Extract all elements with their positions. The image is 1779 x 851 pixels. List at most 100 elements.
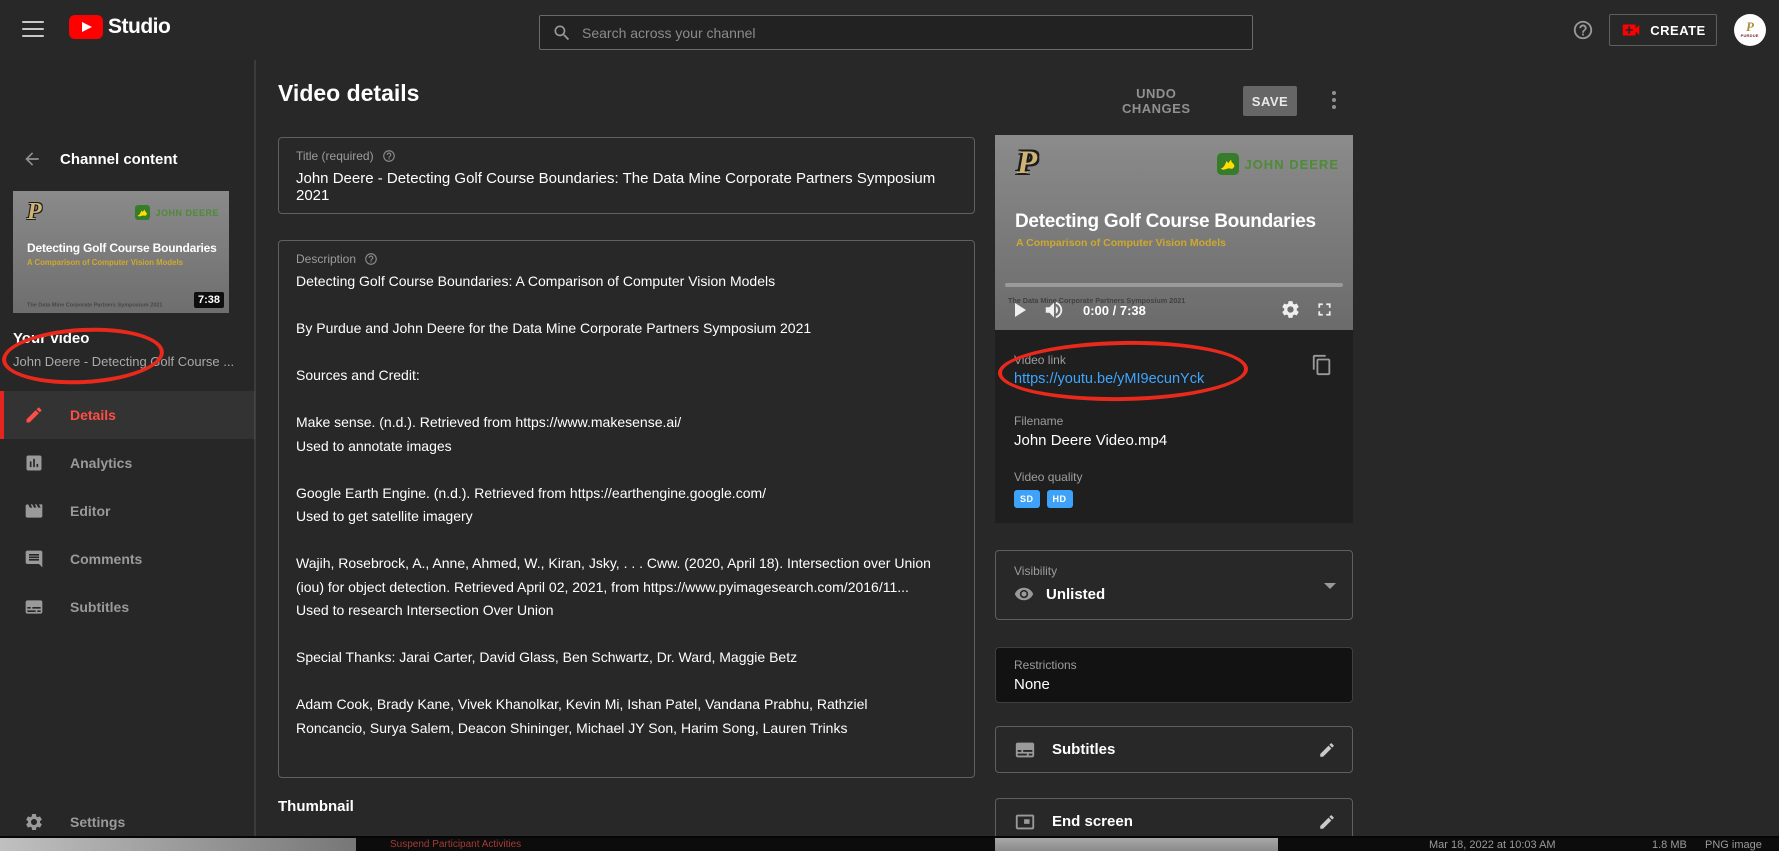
- player-controls: 0:00 / 7:38: [995, 290, 1353, 330]
- file-kind: PNG image: [1705, 839, 1762, 851]
- background-window-edge: [995, 838, 1278, 851]
- fullscreen-icon[interactable]: [1314, 299, 1335, 320]
- bar-chart-icon: [24, 453, 44, 473]
- back-navigation-row: Channel content: [0, 144, 255, 174]
- video-player-card: P JOHN DEERE Detecting Golf Course Bound…: [995, 135, 1353, 523]
- comment-bubble-icon: [24, 549, 44, 569]
- left-sidebar: Channel content P JOHN DEERE Detecting G…: [0, 60, 255, 838]
- john-deere-logo: JOHN DEERE: [1217, 153, 1339, 175]
- player-settings-gear-icon[interactable]: [1280, 299, 1301, 320]
- pencil-icon: [24, 405, 44, 425]
- visibility-value: Unlisted: [1046, 586, 1105, 603]
- restrictions-card[interactable]: Restrictions None: [995, 647, 1353, 703]
- sidebar-item-analytics[interactable]: Analytics: [0, 439, 255, 487]
- end-screen-card-label: End screen: [1052, 813, 1133, 830]
- restrictions-value: None: [1014, 676, 1050, 693]
- chevron-down-icon[interactable]: [1324, 583, 1336, 589]
- end-screen-icon: [1014, 811, 1036, 833]
- deere-leaping-deer-icon: [135, 205, 150, 220]
- thumbnail-footer-text: The Data Mine Corporate Partners Symposi…: [27, 302, 162, 308]
- background-window-edge: [0, 838, 356, 851]
- page-title: Video details: [278, 80, 419, 107]
- copy-icon[interactable]: [1311, 354, 1333, 376]
- restrictions-label: Restrictions: [1014, 658, 1077, 672]
- search-input[interactable]: [582, 25, 1240, 41]
- sd-badge: SD: [1014, 490, 1040, 508]
- description-field[interactable]: Description Detecting Golf Course Bounda…: [278, 240, 975, 778]
- video-info-section: Video link https://youtu.be/yMI9ecunYck …: [995, 330, 1353, 523]
- description-field-value[interactable]: Detecting Golf Course Boundaries: A Comp…: [296, 270, 957, 740]
- sidebar-item-label: Settings: [70, 814, 125, 830]
- description-field-label: Description: [296, 252, 356, 266]
- play-icon[interactable]: [1007, 298, 1031, 322]
- background-windows-strip: Suspend Participant Activities Mar 18, 2…: [0, 836, 1779, 851]
- youtube-studio-logo[interactable]: Studio: [69, 15, 170, 39]
- video-menu: Details Analytics Editor Comments Subtit…: [0, 391, 255, 631]
- edit-pencil-icon[interactable]: [1318, 741, 1336, 759]
- hd-badge: HD: [1047, 490, 1073, 508]
- sidebar-item-label: Comments: [70, 551, 142, 567]
- title-field-value[interactable]: John Deere - Detecting Golf Course Bound…: [296, 170, 957, 204]
- sidebar-item-label: Details: [70, 407, 116, 423]
- eye-icon: [1014, 584, 1034, 604]
- video-camera-plus-icon: [1620, 19, 1642, 41]
- youtube-studio-window: Studio CREATE P PURDUE Channel content P: [0, 0, 1779, 851]
- purdue-logo: P: [1017, 145, 1037, 182]
- file-date: Mar 18, 2022 at 10:03 AM: [1429, 839, 1556, 851]
- clapperboard-icon: [24, 501, 44, 521]
- search-icon: [552, 23, 572, 43]
- sidebar-item-comments[interactable]: Comments: [0, 535, 255, 583]
- video-frame-subtitle: A Comparison of Computer Vision Models: [1016, 237, 1226, 249]
- thumbnail-section-heading: Thumbnail: [278, 798, 354, 815]
- your-video-heading: Your video: [13, 330, 89, 347]
- volume-icon[interactable]: [1043, 299, 1065, 321]
- filename-value: John Deere Video.mp4: [1014, 432, 1167, 449]
- create-button[interactable]: CREATE: [1609, 14, 1717, 46]
- help-circle-icon[interactable]: [382, 149, 396, 163]
- help-circle-icon[interactable]: [364, 252, 378, 266]
- thumbnail-title: Detecting Golf Course Boundaries: [27, 241, 217, 255]
- sidebar-item-label: Editor: [70, 503, 110, 519]
- studio-wordmark: Studio: [108, 15, 170, 39]
- player-progress-bar[interactable]: [1005, 283, 1343, 287]
- gear-icon: [24, 812, 44, 832]
- menu-hamburger-icon[interactable]: [22, 21, 44, 39]
- deere-wordmark: JOHN DEERE: [155, 208, 219, 218]
- video-link[interactable]: https://youtu.be/yMI9ecunYck: [1014, 371, 1204, 387]
- sidebar-item-subtitles[interactable]: Subtitles: [0, 583, 255, 631]
- create-button-label: CREATE: [1650, 23, 1705, 38]
- player-time: 0:00 / 7:38: [1083, 303, 1146, 318]
- channel-search-box[interactable]: [539, 15, 1253, 50]
- title-field[interactable]: Title (required) John Deere - Detecting …: [278, 137, 975, 214]
- account-avatar[interactable]: P PURDUE: [1734, 14, 1766, 46]
- file-size: 1.8 MB: [1652, 839, 1687, 851]
- title-field-label: Title (required): [296, 149, 374, 163]
- subtitles-card-label: Subtitles: [1052, 741, 1115, 758]
- sidebar-item-editor[interactable]: Editor: [0, 487, 255, 535]
- background-menu-item-text: Suspend Participant Activities: [390, 839, 521, 850]
- thumbnail-subtitle: A Comparison of Computer Vision Models: [27, 259, 183, 268]
- sidebar-item-label: Analytics: [70, 455, 132, 471]
- right-panel: P JOHN DEERE Detecting Golf Course Bound…: [995, 60, 1353, 838]
- video-link-label: Video link: [1014, 353, 1066, 367]
- visibility-card[interactable]: Visibility Unlisted: [995, 550, 1353, 620]
- top-bar: Studio CREATE P PURDUE: [0, 0, 1779, 60]
- edit-pencil-icon[interactable]: [1318, 813, 1336, 831]
- john-deere-logo: JOHN DEERE: [135, 205, 219, 220]
- video-player-preview[interactable]: P JOHN DEERE Detecting Golf Course Bound…: [995, 135, 1353, 330]
- file-info-bar: Mar 18, 2022 at 10:03 AM 1.8 MB PNG imag…: [1278, 838, 1779, 851]
- background-menu-strip: Suspend Participant Activities: [356, 838, 995, 851]
- deere-wordmark: JOHN DEERE: [1244, 157, 1339, 172]
- duration-badge: 7:38: [194, 292, 224, 308]
- help-icon[interactable]: [1572, 19, 1594, 41]
- purdue-seal-text: PURDUE: [1741, 35, 1759, 37]
- visibility-label: Visibility: [1014, 564, 1057, 578]
- channel-content-label: Channel content: [60, 151, 178, 168]
- subtitles-card[interactable]: Subtitles: [995, 726, 1353, 773]
- sidebar-divider: [255, 60, 256, 838]
- subtitles-icon: [1014, 739, 1036, 761]
- back-arrow-icon[interactable]: [22, 149, 42, 169]
- video-title-short: John Deere - Detecting Golf Course ...: [13, 354, 233, 369]
- video-thumbnail-preview: P JOHN DEERE Detecting Golf Course Bound…: [13, 191, 229, 313]
- sidebar-item-details[interactable]: Details: [0, 391, 255, 439]
